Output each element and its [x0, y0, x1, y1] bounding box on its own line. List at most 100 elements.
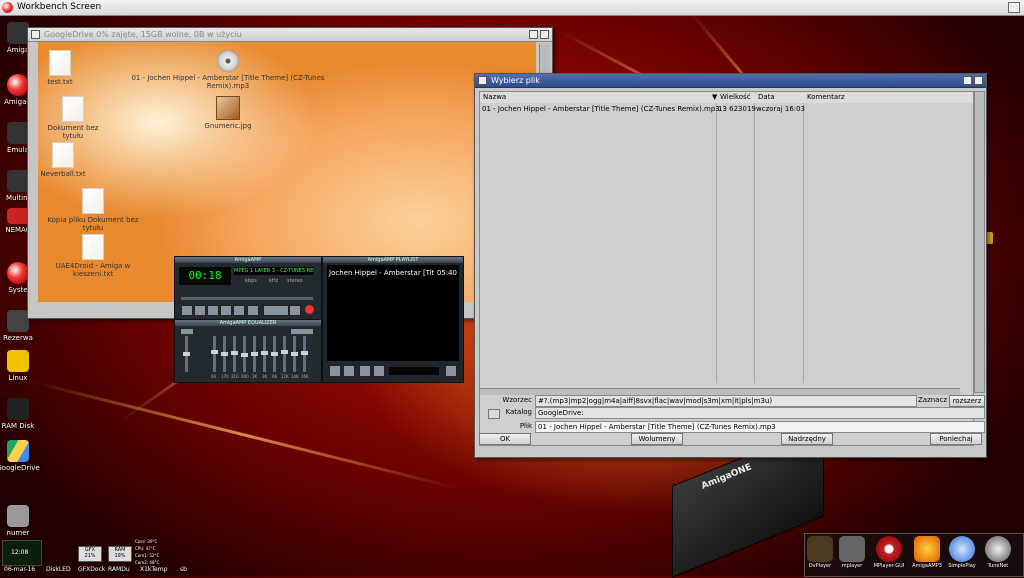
next-button[interactable] [233, 305, 245, 316]
amigaamp-logo-icon [305, 305, 314, 314]
stop-button[interactable] [220, 305, 232, 316]
mplayer-gui-icon [876, 536, 902, 562]
horizontal-scrollbar[interactable] [480, 388, 960, 395]
googledrive-title-bar[interactable]: GoogleDrive 0% zajęte, 15GB wolne, 0B w … [28, 28, 552, 42]
drive-icon [7, 170, 29, 192]
dock-item-mplayer-gui[interactable]: MPlayer-GUI [870, 536, 908, 569]
close-gadget-icon[interactable] [478, 76, 487, 85]
pattern-input[interactable]: #?.(mp3|mp2|ogg|m4a|aiff|8svx|flac|wav|m… [535, 395, 917, 407]
eq-slider[interactable] [241, 336, 248, 372]
google-drive-icon [7, 440, 29, 462]
dock-label-diskled[interactable]: DiskLED [46, 566, 71, 573]
eq-on-button[interactable] [181, 329, 193, 334]
file-requester-title: Wybierz plik [491, 76, 540, 85]
playlist-list-button[interactable] [445, 365, 457, 377]
vertical-scrollbar[interactable] [974, 91, 985, 393]
desktop-icon-linux[interactable]: Linux [0, 350, 40, 382]
file-icon-mp3[interactable]: 01 - Jochen Hippel - Amberstar [Title Th… [118, 50, 338, 90]
zoom-gadget-icon[interactable] [529, 30, 538, 39]
playlist-misc-button[interactable] [373, 365, 385, 377]
numer-icon [7, 505, 29, 527]
drawer-input[interactable]: GoogleDrive: [535, 407, 985, 419]
eq-slider[interactable] [261, 336, 268, 372]
prev-button[interactable] [181, 305, 193, 316]
image-file-icon [216, 96, 240, 120]
eq-slider[interactable] [221, 336, 228, 372]
playlist-title[interactable]: AmigaAMP PLAYLIST [323, 257, 463, 263]
dock-item-tunenet[interactable]: TuneNet [984, 536, 1012, 569]
equalizer-title[interactable]: AmigaAMP EQUALIZER [175, 320, 321, 326]
amiga-logo-icon[interactable] [2, 2, 13, 13]
amigaamp-seek-bar[interactable] [181, 297, 313, 300]
mplayer-icon [839, 536, 865, 562]
drive-icon [7, 22, 29, 44]
file-icon-kopia-dokumentu[interactable]: Kopia pliku Dokument bez tytułu [38, 188, 148, 232]
play-button[interactable] [194, 305, 206, 316]
column-header-comment[interactable]: Komentarz [807, 93, 845, 101]
eq-slider[interactable] [211, 336, 218, 372]
document-icon [62, 96, 84, 122]
eq-freq-label: 1K [252, 374, 258, 379]
eq-slider[interactable] [291, 336, 298, 372]
zoom-gadget-icon[interactable] [963, 76, 972, 85]
depth-gadget-icon[interactable] [540, 30, 549, 39]
playlist-add-button[interactable] [329, 365, 341, 377]
screen-depth-gadget[interactable] [1008, 2, 1020, 13]
repeat-button[interactable] [289, 305, 301, 316]
dock-label-x1ktemp[interactable]: X1kTemp [140, 566, 167, 573]
file-list[interactable]: 01 - Jochen Hippel - Amberstar [Title Th… [479, 103, 985, 446]
clock-widget: 12:08 [2, 540, 42, 566]
volumes-button[interactable]: Wolumeny [631, 433, 683, 445]
dock-item-amigaamp3[interactable]: AmigaAMP3 [912, 536, 942, 569]
dock-label-ramdu[interactable]: RAMDu [108, 566, 130, 573]
eq-slider[interactable] [231, 336, 238, 372]
file-icon-gnumeric-jpg[interactable]: Gnumeric.jpg [198, 96, 258, 130]
date-label: 06-mar-16 [4, 566, 36, 573]
document-icon [82, 188, 104, 214]
column-header-date[interactable]: Data [758, 93, 775, 101]
cancel-button[interactable]: Poniechaj [930, 433, 982, 445]
eq-freq-label: 6K [272, 374, 278, 379]
depth-gadget-icon[interactable] [974, 76, 983, 85]
column-header-name[interactable]: Nazwa [483, 93, 506, 101]
temp-line: CPU: 47°C [135, 546, 156, 551]
eq-presets-button[interactable] [291, 329, 313, 334]
text-file-icon [49, 50, 71, 76]
select-label: Zaznacz [917, 396, 947, 404]
playlist-select-button[interactable] [359, 365, 371, 377]
eq-slider[interactable] [271, 336, 278, 372]
playlist-item[interactable]: Jochen Hippel - Amberstar [Tit [329, 269, 434, 277]
eq-slider[interactable] [281, 336, 288, 372]
shuffle-button[interactable] [263, 305, 289, 316]
playlist-mini-controls[interactable] [389, 367, 439, 375]
amigaamp-equalizer: AmigaAMP EQUALIZER 60 170 310 600 1K 3K … [174, 319, 322, 383]
file-input[interactable]: 01 - Jochen Hippel - Amberstar [Title Th… [535, 421, 985, 433]
playlist-remove-button[interactable] [343, 365, 355, 377]
file-icon-test-txt[interactable]: test.txt [38, 50, 82, 86]
pause-button[interactable] [207, 305, 219, 316]
dock-item-mplayer[interactable]: mplayer [838, 536, 866, 569]
file-icon-neverball-txt[interactable]: Neverball.txt [38, 142, 88, 178]
dock-label-sb[interactable]: sb [180, 566, 187, 573]
dock-label-gfxdock[interactable]: GFXDock [78, 566, 105, 573]
close-gadget-icon[interactable] [31, 30, 40, 39]
file-icon-dokument[interactable]: Dokument bez tytułu [38, 96, 108, 140]
desktop-icon-googledrive[interactable]: GoogleDrive [0, 440, 40, 472]
ok-button[interactable]: OK [479, 433, 531, 445]
parent-button[interactable]: Nadrzędny [781, 433, 833, 445]
amigaamp-title[interactable]: AmigaAMP [175, 257, 321, 263]
eq-freq-label: 14K [291, 374, 299, 379]
file-requester-title-bar[interactable]: Wybierz plik [475, 74, 986, 88]
dock-item-dvplayer[interactable]: DvPlayer [806, 536, 834, 569]
column-header-size[interactable]: Wielkość [720, 93, 751, 101]
file-requester-window: Wybierz plik Nazwa ▼ Wielkość Data Komen… [474, 73, 987, 458]
eject-button[interactable] [247, 305, 259, 316]
eq-slider[interactable] [251, 336, 258, 372]
desktop-icon-numer[interactable]: numer [0, 505, 40, 537]
eq-preamp-slider[interactable] [183, 336, 190, 372]
expand-button[interactable]: rozszerz [949, 395, 985, 407]
eq-slider[interactable] [301, 336, 308, 372]
desktop-icon-ram-disk[interactable]: RAM Disk [0, 398, 40, 430]
file-icon-uae4droid-txt[interactable]: UAE4Droid - Amiga w kieszeni.txt [38, 234, 148, 278]
dock-item-simpleplay[interactable]: SimplePlay [946, 536, 978, 569]
